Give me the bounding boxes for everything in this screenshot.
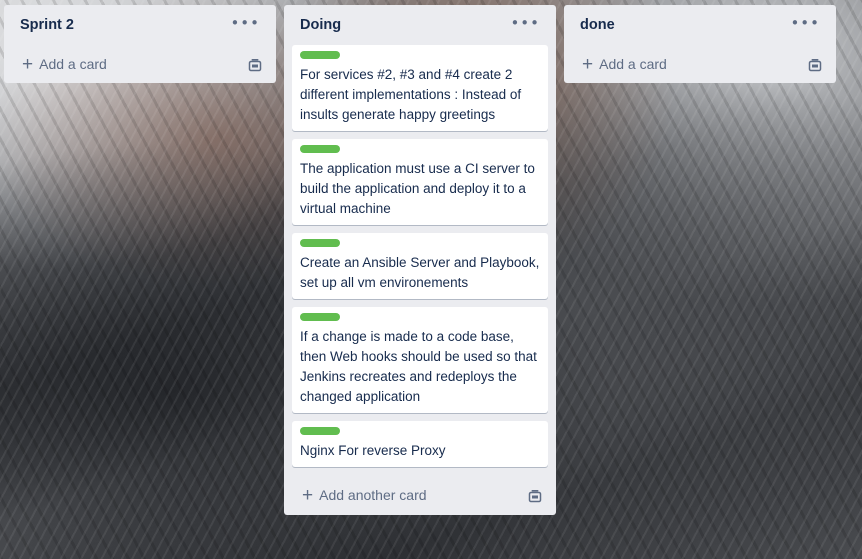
add-card-label: Add a card bbox=[39, 56, 107, 72]
card[interactable]: For services #2, #3 and #4 create 2 diff… bbox=[292, 45, 548, 131]
card[interactable]: If a change is made to a code base, then… bbox=[292, 307, 548, 413]
list-header: Doing ••• bbox=[284, 5, 556, 45]
card-label-green[interactable] bbox=[300, 239, 340, 247]
board-canvas: Sprint 2 ••• + Add a card Doing ••• For … bbox=[0, 0, 862, 559]
card[interactable]: Create an Ansible Server and Playbook, s… bbox=[292, 233, 548, 299]
card-title: Nginx For reverse Proxy bbox=[300, 443, 446, 458]
list-title[interactable]: Doing bbox=[300, 17, 341, 33]
card-title: If a change is made to a code base, then… bbox=[300, 329, 537, 404]
card-title: The application must use a CI server to … bbox=[300, 161, 535, 216]
add-card-button[interactable]: + Add a card bbox=[4, 45, 276, 83]
card-template-icon[interactable] bbox=[528, 488, 542, 503]
ellipsis-icon[interactable]: ••• bbox=[790, 12, 820, 39]
plus-icon: + bbox=[302, 484, 314, 506]
ellipsis-icon[interactable]: ••• bbox=[510, 12, 540, 39]
card-title: For services #2, #3 and #4 create 2 diff… bbox=[300, 67, 522, 122]
list-header: Sprint 2 ••• bbox=[4, 5, 276, 45]
plus-icon: + bbox=[22, 53, 34, 75]
card-title: Create an Ansible Server and Playbook, s… bbox=[300, 255, 540, 290]
card-label-green[interactable] bbox=[300, 51, 340, 59]
card[interactable]: The application must use a CI server to … bbox=[292, 139, 548, 225]
list-title[interactable]: Sprint 2 bbox=[20, 17, 74, 33]
list-doing: Doing ••• For services #2, #3 and #4 cre… bbox=[284, 5, 556, 515]
add-card-label-wrap: + Add a card bbox=[22, 55, 107, 74]
add-another-card-button[interactable]: + Add another card bbox=[284, 475, 556, 515]
add-card-button[interactable]: + Add a card bbox=[564, 45, 836, 83]
card[interactable]: Nginx For reverse Proxy bbox=[292, 421, 548, 467]
card-label-green[interactable] bbox=[300, 313, 340, 321]
card-label-green[interactable] bbox=[300, 145, 340, 153]
list-done: done ••• + Add a card bbox=[564, 5, 836, 83]
card-list: For services #2, #3 and #4 create 2 diff… bbox=[284, 45, 556, 467]
ellipsis-icon[interactable]: ••• bbox=[230, 12, 260, 39]
add-card-label-wrap: + Add another card bbox=[302, 486, 427, 505]
list-sprint-2: Sprint 2 ••• + Add a card bbox=[4, 5, 276, 83]
list-header: done ••• bbox=[564, 5, 836, 45]
card-template-icon[interactable] bbox=[248, 57, 262, 72]
add-card-label: Add a card bbox=[599, 56, 667, 72]
add-card-label: Add another card bbox=[319, 487, 427, 503]
card-label-green[interactable] bbox=[300, 427, 340, 435]
add-card-label-wrap: + Add a card bbox=[582, 55, 667, 74]
list-title[interactable]: done bbox=[580, 17, 615, 33]
card-template-icon[interactable] bbox=[808, 57, 822, 72]
plus-icon: + bbox=[582, 53, 594, 75]
